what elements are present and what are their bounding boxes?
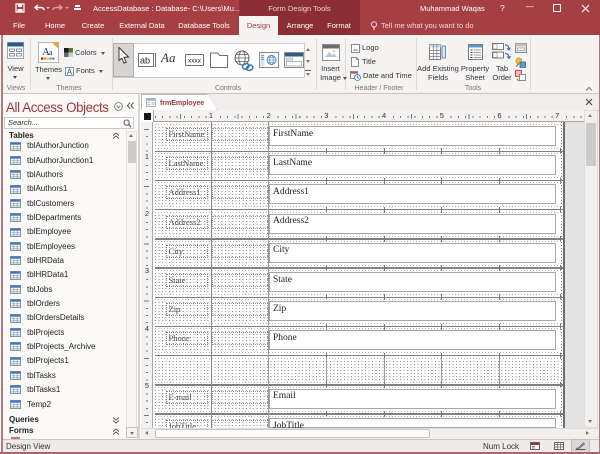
svg-text:a: a <box>49 48 53 57</box>
svg-text:ab: ab <box>140 56 150 66</box>
svg-text:xxxx: xxxx <box>188 58 202 65</box>
svg-text:A: A <box>67 68 73 77</box>
